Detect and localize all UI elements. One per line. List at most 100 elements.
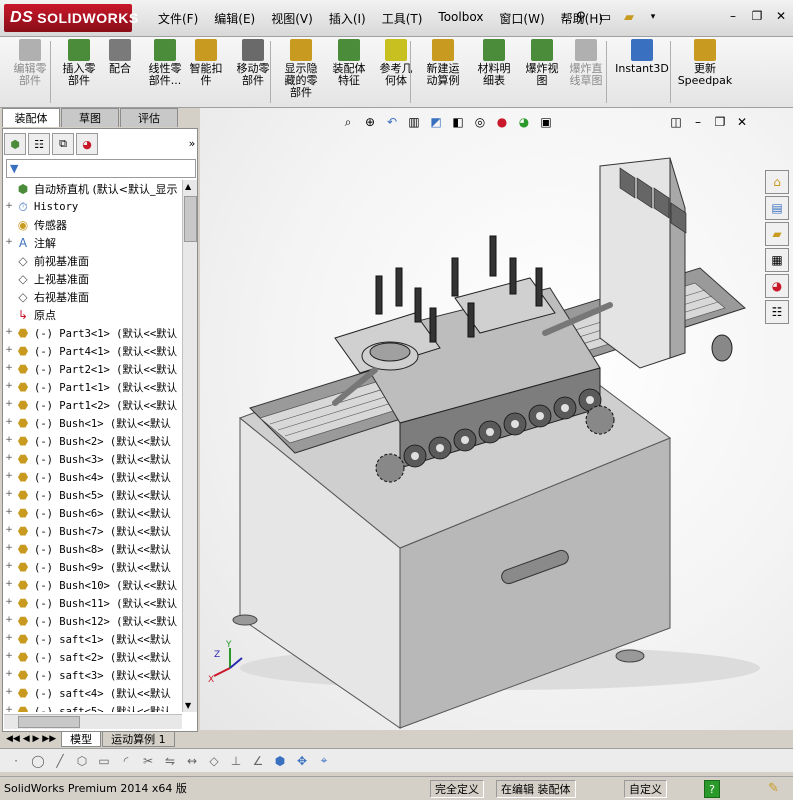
tree-root[interactable]: ⬢ 自动矫直机 (默认<默认_显示 <box>4 180 182 198</box>
tree-item[interactable]: + ⬣ (-) Bush<3> (默认<<默认 <box>4 450 182 468</box>
viewport-close-icon[interactable]: ✕ <box>734 114 750 130</box>
expand-icon[interactable]: + <box>4 526 14 536</box>
status-units[interactable]: 自定义 <box>624 780 667 798</box>
expand-icon[interactable]: + <box>4 202 14 212</box>
instant3d-button[interactable]: Instant3D <box>614 39 670 105</box>
expand-icon[interactable]: + <box>4 616 14 626</box>
expand-icon[interactable]: + <box>4 580 14 590</box>
menu-window[interactable]: 窗口(W) <box>491 10 552 27</box>
expand-icon[interactable]: + <box>4 238 14 248</box>
speedpak-button[interactable]: 更新 Speedpak <box>676 39 734 105</box>
tab-model[interactable]: 模型 <box>61 731 102 747</box>
expand-icon[interactable]: + <box>4 346 14 356</box>
rectangle-icon[interactable]: ▭ <box>96 753 112 769</box>
section-view-icon[interactable]: ▥ <box>406 114 422 130</box>
expand-icon[interactable]: + <box>4 382 14 392</box>
expand-icon[interactable]: + <box>4 562 14 572</box>
show-hidden-button[interactable]: 显示隐 藏的零 部件 <box>278 39 324 105</box>
arc-icon[interactable]: ◜ <box>118 753 134 769</box>
menu-toolbox[interactable]: Toolbox <box>430 10 491 27</box>
tab-scroll-icons[interactable]: ◀◀ ◀ ▶ ▶▶ <box>6 734 56 744</box>
menu-edit[interactable]: 编辑(E) <box>206 10 263 27</box>
assembly-model-view[interactable] <box>200 108 793 730</box>
hide-show-items-icon[interactable]: ◎ <box>472 114 488 130</box>
solidworks-logo[interactable]: DS SOLIDWORKS <box>4 4 138 32</box>
filter-icon[interactable]: ▼ <box>10 162 18 175</box>
help-icon[interactable]: ? <box>704 780 720 798</box>
expand-icon[interactable]: + <box>4 706 14 713</box>
dimension-icon[interactable]: ↔ <box>184 753 200 769</box>
zoom-to-area-icon[interactable]: ⊕ <box>362 114 378 130</box>
tree-item[interactable]: + ⬣ (-) Bush<7> (默认<<默认 <box>4 522 182 540</box>
menu-tools[interactable]: 工具(T) <box>374 10 431 27</box>
expand-icon[interactable]: + <box>4 688 14 698</box>
expand-icon[interactable]: + <box>4 472 14 482</box>
coordinate-system-icon[interactable]: ⌖ <box>316 753 332 769</box>
tree-item[interactable]: + ⬣ (-) saft<5> (默认<<默认 <box>4 702 182 712</box>
view-palette-icon[interactable]: ▦ <box>765 248 789 272</box>
reference-geometry-button[interactable]: 参考几 何体 <box>374 39 418 105</box>
apply-scene-icon[interactable]: ◕ <box>516 114 532 130</box>
extrude-icon[interactable]: ⬢ <box>272 753 288 769</box>
scroll-thumb[interactable] <box>184 196 197 242</box>
expand-panel-icon[interactable]: » <box>182 133 202 153</box>
bom-button[interactable]: 材料明 细表 <box>470 39 518 105</box>
exploded-view-button[interactable]: 爆炸视 图 <box>520 39 564 105</box>
expand-icon[interactable]: + <box>4 454 14 464</box>
tree-item[interactable]: + ⬣ (-) saft<2> (默认<<默认 <box>4 648 182 666</box>
menu-file[interactable]: 文件(F) <box>150 10 206 27</box>
tree-item[interactable]: + ⬣ (-) Bush<10> (默认<<默认 <box>4 576 182 594</box>
display-manager-icon[interactable]: ◕ <box>76 133 98 155</box>
file-explorer-icon[interactable]: ▰ <box>765 222 789 246</box>
relation-icon[interactable]: ⊥ <box>228 753 244 769</box>
tree-item[interactable]: + ⬣ (-) Part4<1> (默认<<默认 <box>4 342 182 360</box>
custom-properties-icon[interactable]: ☷ <box>765 300 789 324</box>
previous-view-icon[interactable]: ↶ <box>384 114 400 130</box>
menu-view[interactable]: 视图(V) <box>263 10 321 27</box>
tree-item[interactable]: + ⬣ (-) Part1<1> (默认<<默认 <box>4 378 182 396</box>
edit-component-button[interactable]: 编辑零 部件 <box>6 39 54 105</box>
expand-icon[interactable]: + <box>4 364 14 374</box>
solidworks-resources-icon[interactable]: ⌂ <box>765 170 789 194</box>
new-document-icon[interactable]: ▭ <box>594 6 616 28</box>
rebuild-icon[interactable]: ✎ <box>768 780 779 796</box>
tree-item[interactable]: ◉ 传感器 <box>4 216 182 234</box>
smart-fastener-button[interactable]: 智能扣 件 <box>186 39 226 105</box>
expand-icon[interactable]: + <box>4 670 14 680</box>
viewport-split-icon[interactable]: ◫ <box>668 114 684 130</box>
graphics-area[interactable]: X Y Z <box>200 108 793 730</box>
expand-icon[interactable]: + <box>4 490 14 500</box>
linear-pattern-button[interactable]: 线性零 部件... <box>142 39 188 105</box>
tree-item[interactable]: + ⬣ (-) Bush<9> (默认<<默认 <box>4 558 182 576</box>
dropdown-icon[interactable]: ▾ <box>642 6 664 28</box>
tree-item[interactable]: ◇ 前视基准面 <box>4 252 182 270</box>
restore-icon[interactable]: ❐ <box>746 6 768 26</box>
expand-icon[interactable]: + <box>4 652 14 662</box>
view-settings-icon[interactable]: ▣ <box>538 114 554 130</box>
expand-icon[interactable]: + <box>4 436 14 446</box>
tree-item[interactable]: + ⬣ (-) saft<4> (默认<<默认 <box>4 684 182 702</box>
assembly-feature-button[interactable]: 装配体 特征 <box>326 39 372 105</box>
view-orientation-icon[interactable]: ◩ <box>428 114 444 130</box>
tree-item[interactable]: + ⬣ (-) Bush<2> (默认<<默认 <box>4 432 182 450</box>
polygon-icon[interactable]: ⬡ <box>74 753 90 769</box>
tree-horizontal-scrollbar[interactable] <box>4 714 182 729</box>
expand-icon[interactable]: + <box>4 508 14 518</box>
edit-appearance-icon[interactable]: ● <box>494 114 510 130</box>
insert-component-button[interactable]: 插入零 部件 <box>58 39 100 105</box>
design-library-icon[interactable]: ▤ <box>765 196 789 220</box>
angle-icon[interactable]: ∠ <box>250 753 266 769</box>
viewport-minimize-icon[interactable]: – <box>690 114 706 130</box>
move-entity-icon[interactable]: ✥ <box>294 753 310 769</box>
tree-item[interactable]: + ⬣ (-) Bush<5> (默认<<默认 <box>4 486 182 504</box>
display-style-icon[interactable]: ◧ <box>450 114 466 130</box>
hscroll-thumb[interactable] <box>18 716 80 728</box>
scroll-up-icon[interactable]: ▲ <box>185 182 191 191</box>
tree-item[interactable]: ↳ 原点 <box>4 306 182 324</box>
tab-sketch[interactable]: 草图 <box>61 108 119 127</box>
tree-item[interactable]: + ⬣ (-) Bush<6> (默认<<默认 <box>4 504 182 522</box>
feature-tree-icon[interactable]: ⬢ <box>4 133 26 155</box>
tree-vertical-scrollbar[interactable]: ▲ ▼ <box>182 180 197 712</box>
tab-assembly[interactable]: 装配体 <box>2 108 60 127</box>
explode-line-button[interactable]: 爆炸直 线草图 <box>564 39 608 105</box>
